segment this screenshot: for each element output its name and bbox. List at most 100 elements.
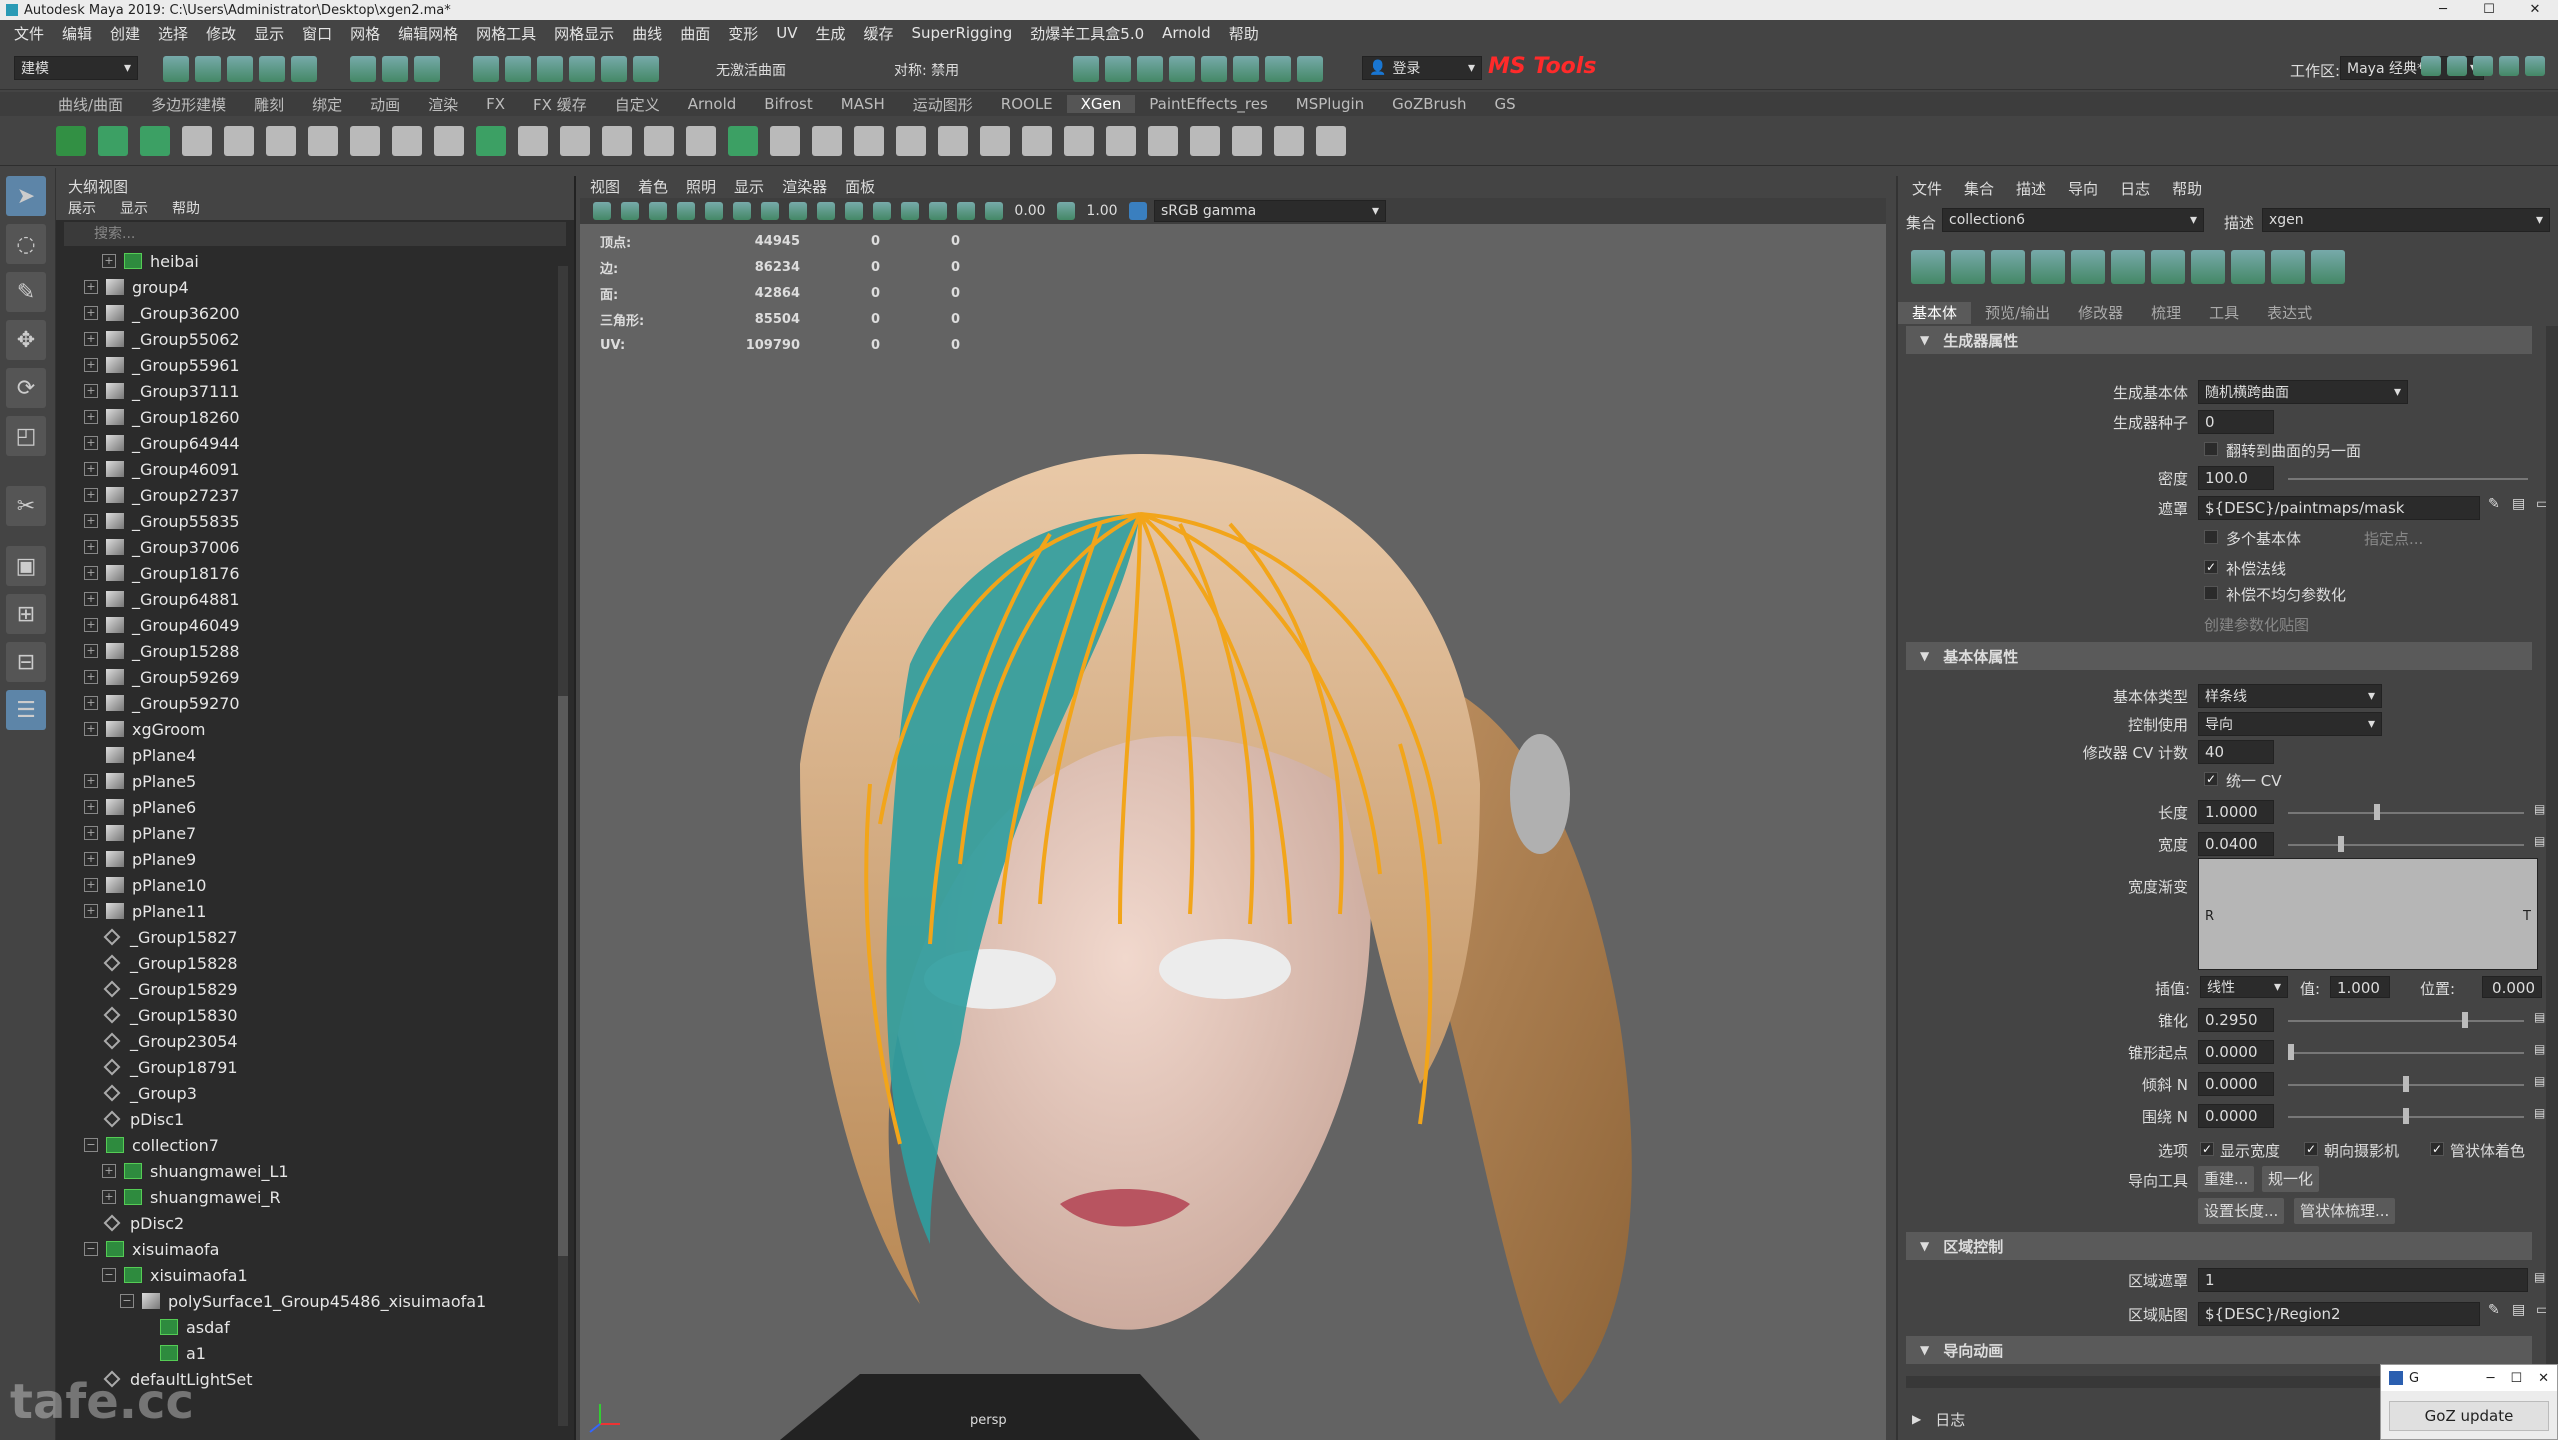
login-button[interactable]: 👤 登录 ▾ — [1362, 56, 1482, 80]
hypershade-icon[interactable] — [1201, 56, 1227, 82]
viewport-menu-item[interactable]: 照明 — [686, 176, 716, 198]
undo-icon[interactable] — [259, 56, 285, 82]
isolate-icon[interactable] — [957, 202, 975, 220]
image-plane-icon[interactable] — [677, 202, 695, 220]
channel-box-icon[interactable] — [2499, 56, 2519, 76]
snap-view-icon[interactable] — [569, 56, 595, 82]
expand-toggle-icon[interactable]: − — [120, 1294, 134, 1308]
menu-item[interactable]: Arnold — [1154, 24, 1219, 42]
scene-render[interactable]: persp — [580, 224, 1886, 1440]
map-button-icon[interactable]: ▤ — [2534, 802, 2545, 816]
outliner-row[interactable]: − xisuimaofa — [84, 1236, 574, 1262]
goz-maximize-button[interactable]: ☐ — [2502, 1371, 2530, 1386]
xgen-shelf-tool-icon[interactable] — [686, 126, 716, 156]
xgen-shelf-tool-icon[interactable] — [224, 126, 254, 156]
map-button-icon[interactable]: ▤ — [2534, 1106, 2545, 1120]
expand-toggle-icon[interactable]: + — [84, 904, 98, 918]
redo-icon[interactable] — [291, 56, 317, 82]
taper-start-slider-handle[interactable] — [2288, 1044, 2294, 1060]
outliner-row[interactable]: + shuangmawei_L1 — [84, 1158, 574, 1184]
outliner-row[interactable]: +pPlane4 — [84, 742, 574, 768]
expand-toggle-icon[interactable]: + — [84, 462, 98, 476]
xgen-shelf-tool-icon[interactable] — [1064, 126, 1094, 156]
outliner-layout-icon[interactable]: ☰ — [6, 690, 46, 730]
outliner-row[interactable]: +_Group3 — [84, 1080, 574, 1106]
taper-slider[interactable] — [2288, 1020, 2524, 1022]
four-view-layout-icon[interactable]: ⊞ — [6, 594, 46, 634]
outliner-row[interactable]: + _Group18260 — [84, 404, 574, 430]
gamma-value[interactable]: 1.00 — [1082, 203, 1122, 219]
wrap-field[interactable]: 0.0000 — [2198, 1104, 2274, 1128]
outliner-row[interactable]: + group4 — [84, 274, 574, 300]
gen-primitive-dropdown[interactable]: 随机横跨曲面 ▾ — [2198, 380, 2408, 404]
outliner-row[interactable]: + _Group64944 — [84, 430, 574, 456]
gen-seed-field[interactable]: 0 — [2198, 410, 2274, 434]
outliner-row[interactable]: + heibai — [84, 248, 574, 274]
select-camera-icon[interactable] — [593, 202, 611, 220]
log-section[interactable]: ▶ 日志 — [1906, 1404, 2366, 1434]
length-slider[interactable] — [2288, 812, 2524, 814]
rebuild-button[interactable]: 重建... — [2198, 1166, 2255, 1192]
taper-start-slider[interactable] — [2288, 1052, 2524, 1054]
expand-toggle-icon[interactable]: + — [84, 878, 98, 892]
outliner-row[interactable]: + pPlane9 — [84, 846, 574, 872]
expand-toggle-icon[interactable]: + — [84, 722, 98, 736]
menu-item[interactable]: 帮助 — [1221, 23, 1267, 44]
expand-toggle-icon[interactable]: − — [84, 1138, 98, 1152]
xgen-tab[interactable]: 预览/输出 — [1971, 302, 2064, 324]
goz-close-button[interactable]: ✕ — [2530, 1371, 2557, 1386]
comp-uneven-checkbox[interactable] — [2204, 586, 2218, 600]
length-slider-handle[interactable] — [2374, 804, 2380, 820]
grid-icon[interactable] — [705, 202, 723, 220]
save-scene-icon[interactable] — [227, 56, 253, 82]
xgen-shelf-tool-icon[interactable] — [1106, 126, 1136, 156]
shadows-icon[interactable] — [901, 202, 919, 220]
symmetry-label[interactable]: 对称: 禁用 — [894, 60, 959, 80]
move-guide-icon[interactable] — [2031, 250, 2065, 284]
snap-curve-icon[interactable] — [505, 56, 531, 82]
xgen-shelf-tool-icon[interactable] — [140, 126, 170, 156]
region-map-field[interactable]: ${DESC}/Region2 — [2198, 1302, 2480, 1326]
xgen-shelf-tool-icon[interactable] — [1316, 126, 1346, 156]
description-dropdown[interactable]: xgen ▾ — [2262, 208, 2550, 232]
xgen-menu-item[interactable]: 帮助 — [2172, 176, 2202, 202]
xgen-tab[interactable]: 修改器 — [2064, 302, 2137, 324]
viewport-menu-item[interactable]: 视图 — [590, 176, 620, 198]
shelf-tab[interactable]: 多边形建模 — [137, 94, 240, 115]
menu-item[interactable]: 窗口 — [294, 23, 340, 44]
xgen-menu-item[interactable]: 日志 — [2120, 176, 2150, 202]
expand-toggle-icon[interactable]: + — [84, 618, 98, 632]
shelf-tab[interactable]: PaintEffects_res — [1135, 95, 1281, 113]
outliner-scroll-thumb[interactable] — [558, 696, 568, 1256]
length-field[interactable]: 1.0000 — [2198, 800, 2274, 824]
menu-item[interactable]: 缓存 — [855, 23, 901, 44]
outliner-row[interactable]: +a1 — [84, 1340, 574, 1366]
xgen-shelf-tool-icon[interactable] — [476, 126, 506, 156]
outliner-row[interactable]: + _Group37006 — [84, 534, 574, 560]
two-view-layout-icon[interactable]: ⊟ — [6, 642, 46, 682]
sculpt-guide-icon[interactable] — [2191, 250, 2225, 284]
prim-type-dropdown[interactable]: 样条线 ▾ — [2198, 684, 2382, 708]
goz-minimize-button[interactable]: ─ — [2479, 1371, 2503, 1386]
expand-toggle-icon[interactable]: + — [84, 514, 98, 528]
outliner-row[interactable]: +_Group18791 — [84, 1054, 574, 1080]
xgen-shelf-tool-icon[interactable] — [770, 126, 800, 156]
expand-toggle-icon[interactable]: + — [84, 410, 98, 424]
interp-dropdown[interactable]: 线性 ▾ — [2200, 976, 2288, 998]
tilt-slider-handle[interactable] — [2403, 1076, 2409, 1092]
expand-toggle-icon[interactable]: − — [102, 1268, 116, 1282]
xgen-menu-item[interactable]: 文件 — [1912, 176, 1942, 202]
render-view-icon[interactable] — [1073, 56, 1099, 82]
exposure-icon[interactable] — [985, 202, 1003, 220]
viewport-menu-item[interactable]: 渲染器 — [782, 176, 827, 198]
render-settings-icon[interactable] — [1169, 56, 1195, 82]
shelf-tab[interactable]: FX — [472, 95, 519, 113]
outliner-row[interactable]: + _Group46091 — [84, 456, 574, 482]
shelf-tab[interactable]: 渲染 — [414, 94, 472, 115]
xgen-vertical-scrollbar[interactable] — [2546, 326, 2558, 1366]
textured-icon[interactable] — [845, 202, 863, 220]
menu-item[interactable]: UV — [768, 24, 805, 42]
snap-point-icon[interactable] — [537, 56, 563, 82]
xgen-shelf-tool-icon[interactable] — [728, 126, 758, 156]
xgen-shelf-tool-icon[interactable] — [1148, 126, 1178, 156]
